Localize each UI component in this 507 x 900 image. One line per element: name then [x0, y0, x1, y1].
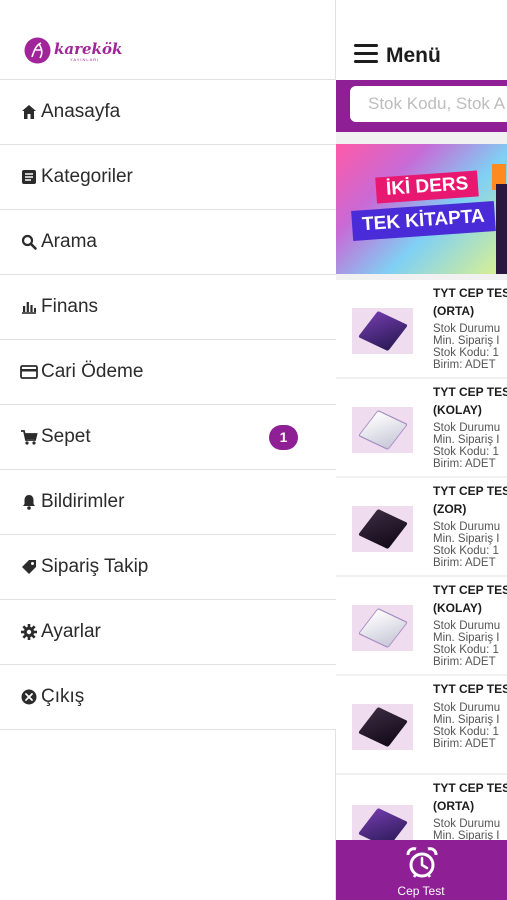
bar-chart-icon — [22, 302, 36, 314]
product-stock: Stok Durumu — [433, 422, 501, 434]
side-drawer: karekök YAYINLARI Anasayfa Kategoriler A… — [0, 0, 336, 900]
product-image — [352, 407, 413, 453]
product-min-order: Min. Sipariş I — [433, 335, 500, 347]
promo-banner[interactable]: İKİ DERS TEK KİTAPTA — [336, 144, 507, 274]
product-min-order: Min. Sipariş I — [433, 533, 500, 545]
product-stock: Stok Durumu — [433, 521, 501, 533]
bottom-nav: Cep Test — [336, 840, 507, 900]
search-icon — [21, 234, 37, 250]
menu-item-sepet[interactable]: Sepet 1 — [0, 405, 336, 470]
product-unit: Birim: ADET — [433, 656, 496, 668]
banner-line2: TEK KİTAPTA — [351, 201, 496, 241]
product-row[interactable]: TYT CEP TES (ORTA) Stok Durumu Min. Sipar… — [336, 775, 507, 840]
hamburger-icon[interactable] — [354, 44, 378, 64]
product-name: TYT CEP TES (ORTA) — [433, 781, 507, 813]
menu-label: Anasayfa — [41, 101, 121, 122]
product-unit: Birim: ADET — [433, 557, 496, 569]
home-icon — [22, 105, 36, 119]
product-unit: Birim: ADET — [433, 359, 496, 371]
product-image — [352, 605, 413, 651]
product-image — [352, 308, 413, 354]
bell-icon — [23, 495, 35, 510]
tag-icon — [22, 560, 36, 574]
product-code: Stok Kodu: 1 — [433, 446, 499, 458]
product-stock: Stok Durumu — [433, 702, 501, 714]
close-circle-icon — [21, 689, 37, 705]
menu-label: Finans — [41, 296, 99, 317]
logo-text: karekök — [54, 40, 123, 58]
product-code: Stok Kodu: 1 — [433, 726, 499, 738]
product-stock: Stok Durumu — [433, 818, 501, 830]
menu-item-cari-odeme[interactable]: Cari Ödeme — [0, 340, 336, 405]
drawer-header: karekök YAYINLARI — [0, 0, 336, 80]
search-bar — [336, 80, 507, 132]
menu-label: Sipariş Takip — [41, 556, 149, 577]
product-name: TYT CEP TES (ORTA) — [433, 286, 507, 318]
product-code: Stok Kodu: 1 — [433, 347, 499, 359]
menu-item-anasayfa[interactable]: Anasayfa — [0, 80, 336, 145]
product-unit: Birim: ADET — [433, 458, 496, 470]
product-list: TYT CEP TES (ORTA) Stok Durumu Min. Sipar… — [336, 280, 507, 840]
menu-item-kategoriler[interactable]: Kategoriler — [0, 145, 336, 210]
tab-cep-test[interactable]: Cep Test — [391, 844, 451, 900]
product-name: TYT CEP TES (KOLAY) — [433, 583, 507, 615]
product-image — [352, 805, 413, 840]
menu-label: Cari Ödeme — [41, 361, 144, 382]
menu-label: Çıkış — [41, 686, 85, 707]
app-header: Menü — [336, 0, 507, 80]
product-name: TYT CEP TES (ZOR) — [433, 484, 507, 516]
gear-icon — [21, 624, 37, 640]
menu-item-siparis-takip[interactable]: Sipariş Takip — [0, 535, 336, 600]
menu-item-arama[interactable]: Arama — [0, 210, 336, 275]
product-row[interactable]: TYT CEP TES (KOLAY) Stok Durumu Min. Sipa… — [336, 379, 507, 476]
menu-label: Ayarlar — [41, 621, 101, 642]
banner-book-image — [496, 184, 507, 274]
search-input[interactable] — [350, 86, 507, 122]
product-min-order: Min. Sipariş I — [433, 714, 500, 726]
product-code: Stok Kodu: 1 — [433, 644, 499, 656]
menu-item-ayarlar[interactable]: Ayarlar — [0, 600, 336, 665]
banner-line1: İKİ DERS — [375, 170, 480, 204]
cart-count-badge: 1 — [269, 425, 298, 450]
product-min-order: Min. Sipariş I — [433, 632, 500, 644]
product-row[interactable]: TYT CEP TES Stok Durumu Min. Sipariş I S… — [336, 676, 507, 773]
menu-label: Arama — [41, 231, 97, 252]
page-title: Menü — [386, 44, 441, 67]
product-stock: Stok Durumu — [433, 323, 501, 335]
list-icon — [22, 170, 36, 184]
product-image — [352, 704, 413, 750]
product-code: Stok Kodu: 1 — [433, 545, 499, 557]
product-row[interactable]: TYT CEP TES (ZOR) Stok Durumu Min. Sipari… — [336, 478, 507, 575]
menu-item-bildirimler[interactable]: Bildirimler — [0, 470, 336, 535]
menu-label: Bildirimler — [41, 491, 125, 512]
menu-label: Sepet — [41, 426, 91, 447]
product-name: TYT CEP TES — [433, 682, 507, 696]
product-row[interactable]: TYT CEP TES (ORTA) Stok Durumu Min. Sipar… — [336, 280, 507, 377]
logo-subtext: YAYINLARI — [70, 57, 100, 62]
alarm-clock-icon — [406, 847, 438, 878]
tab-label: Cep Test — [397, 884, 445, 898]
product-min-order: Min. Sipariş I — [433, 434, 500, 446]
logo-icon — [24, 37, 51, 64]
menu-label: Kategoriler — [41, 166, 133, 187]
product-unit: Birim: ADET — [433, 738, 496, 750]
product-min-order: Min. Sipariş I — [433, 830, 500, 840]
product-row[interactable]: TYT CEP TES (KOLAY) Stok Durumu Min. Sipa… — [336, 577, 507, 674]
product-stock: Stok Durumu — [433, 620, 501, 632]
menu-item-cikis[interactable]: Çıkış — [0, 665, 336, 730]
cart-icon — [21, 430, 38, 445]
product-image — [352, 506, 413, 552]
product-name: TYT CEP TES (KOLAY) — [433, 385, 507, 417]
menu-item-finans[interactable]: Finans — [0, 275, 336, 340]
credit-card-icon — [20, 365, 38, 379]
